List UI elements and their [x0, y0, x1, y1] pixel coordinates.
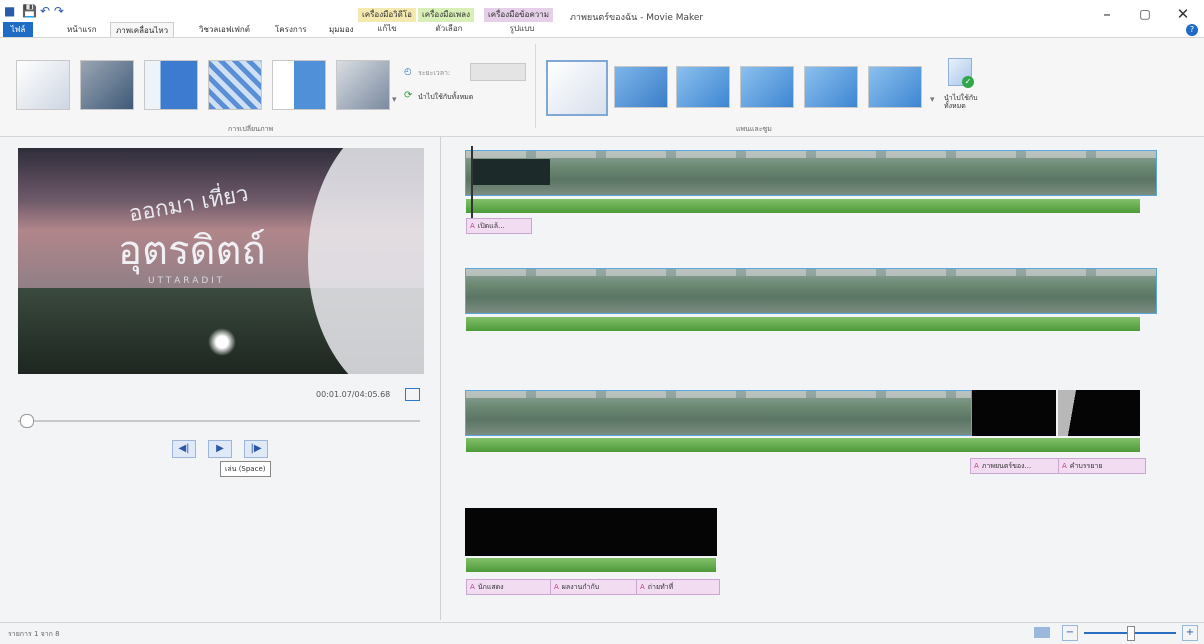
transition-gallery-more-icon[interactable]: ▾ [392, 95, 397, 105]
preview-title-line2: อุตรดิตถ์ [118, 228, 266, 274]
transition-none-thumb[interactable] [16, 60, 70, 110]
seek-knob[interactable] [19, 414, 34, 428]
fullscreen-icon[interactable] [405, 388, 420, 401]
video-tools-context-tab: เครื่องมือวิดีโอ [358, 8, 416, 22]
undo-icon[interactable]: ↶ [40, 4, 50, 18]
panzoom-up-thumb[interactable] [740, 66, 794, 108]
music-tools-context-tab: เครื่องมือเพลง [418, 8, 474, 22]
transition-crossfade-thumb[interactable] [80, 60, 134, 110]
caption-row-3-b[interactable]: A คำบรรยาย [1058, 458, 1146, 474]
transition-slide-thumb[interactable] [144, 60, 198, 110]
panzoom-auto-thumb[interactable] [614, 66, 668, 108]
filmstrip-2 [466, 269, 1156, 313]
tab-animation[interactable]: ภาพเคลื่อนไหว [110, 22, 175, 38]
preview-subtitle: U T T A R A D I T [148, 276, 223, 286]
filmstrip-3 [466, 391, 971, 435]
tab-file[interactable]: ไฟล์ [3, 22, 33, 37]
caption-icon: A [470, 222, 475, 230]
preview-white-arc [308, 148, 424, 374]
ribbon-group-separator [535, 44, 536, 128]
apply-all-transitions-button[interactable]: นำไปใช้กับทั้งหมด [418, 92, 473, 103]
status-bar [0, 622, 1204, 644]
caption-label: นักแสดง [477, 583, 504, 591]
help-icon[interactable]: ? [1186, 24, 1198, 36]
tab-visual-effects[interactable]: วิชวลเอฟเฟกต์ [194, 22, 255, 37]
caption-row-4-c[interactable]: A ถ่ายทำที่ [636, 579, 720, 595]
transition-checker-thumb[interactable] [208, 60, 262, 110]
check-icon: ✓ [962, 76, 974, 88]
caption-label: ผลงานกำกับ [561, 583, 600, 591]
item-count: รายการ 1 จาก 8 [8, 630, 60, 638]
apply-all-icon: ⟳ [404, 90, 413, 101]
duration-label: ระยะเวลา: [418, 69, 451, 77]
video-clip-row-3[interactable] [465, 390, 972, 436]
video-clip-row-1[interactable] [465, 150, 1157, 196]
credits-clip[interactable] [465, 508, 717, 556]
app-menu-icon[interactable]: ■ [4, 4, 15, 18]
tab-view[interactable]: มุมมอง [324, 22, 359, 37]
video-preview[interactable]: ออกมา เที่ยว อุตรดิตถ์ U T T A R A D I T [18, 148, 424, 374]
caption-row-1[interactable]: A เปิดแล้... [466, 218, 532, 234]
caption-icon: A [470, 583, 475, 591]
caption-label: ภาพยนตร์ของ... [981, 462, 1032, 470]
zoom-out-button[interactable]: − [1062, 625, 1078, 641]
transition-wipe-thumb[interactable] [272, 60, 326, 110]
transition-dissolve-thumb[interactable] [336, 60, 390, 110]
tab-format[interactable]: รูปแบบ [484, 22, 560, 36]
apply-all-panzoom-button[interactable]: นำไปใช้กับทั้งหมด [944, 94, 984, 110]
panzoom-gallery-more-icon[interactable]: ▾ [930, 95, 935, 105]
clock-icon: ◴ [404, 67, 412, 77]
play-button[interactable]: ▶ [208, 440, 232, 458]
transitions-group-label: การเปลี่ยนภาพ [228, 125, 274, 133]
caption-row-4-b[interactable]: A ผลงานกำกับ [550, 579, 638, 595]
previous-frame-button[interactable]: ◀| [172, 440, 196, 458]
storyboard-view-icon[interactable] [1034, 627, 1050, 638]
preview-sun [208, 328, 236, 356]
ribbon-tab-row [0, 22, 1204, 37]
tab-edit[interactable]: แก้ไข [358, 22, 416, 36]
music-track-row-1[interactable] [466, 199, 1140, 213]
music-track-row-3[interactable] [466, 438, 1140, 452]
music-track-row-2[interactable] [466, 317, 1140, 331]
tab-options[interactable]: ตัวเลือก [418, 22, 480, 36]
panzoom-group-label: แพนและซูม [736, 125, 772, 133]
caption-label: คำบรรยาย [1069, 462, 1103, 470]
caption-label: เปิดแล้... [477, 222, 505, 230]
duration-input[interactable] [470, 63, 526, 81]
caption-icon: A [974, 462, 979, 470]
text-tools-context-tab: เครื่องมือข้อความ [484, 8, 554, 22]
title-clip-thumb [472, 159, 550, 185]
caption-row-3-a[interactable]: A ภาพยนตร์ของ... [970, 458, 1062, 474]
filmstrip-1 [466, 151, 1156, 195]
caption-icon: A [554, 583, 559, 591]
tab-home[interactable]: หน้าแรก [62, 22, 102, 37]
tab-project[interactable]: โครงการ [270, 22, 311, 37]
black-clip-2[interactable] [1058, 390, 1140, 436]
redo-icon[interactable]: ↷ [54, 4, 64, 18]
caption-label: ถ่ายทำที่ [647, 583, 674, 591]
seek-bar[interactable] [18, 420, 420, 422]
panzoom-down-thumb[interactable] [868, 66, 922, 108]
pane-divider[interactable] [440, 136, 441, 620]
caption-icon: A [1062, 462, 1067, 470]
zoom-in-button[interactable]: + [1182, 625, 1198, 641]
caption-icon: A [640, 583, 645, 591]
caption-row-4-a[interactable]: A นักแสดง [466, 579, 552, 595]
panzoom-none-thumb[interactable] [546, 60, 608, 116]
zoom-slider-knob[interactable] [1127, 626, 1135, 641]
timecode: 00:01.07/04:05.68 [316, 390, 391, 399]
panzoom-left-thumb[interactable] [676, 66, 730, 108]
panzoom-right-thumb[interactable] [804, 66, 858, 108]
video-clip-row-2[interactable] [465, 268, 1157, 314]
next-frame-button[interactable]: |▶ [244, 440, 268, 458]
music-track-row-4[interactable] [466, 558, 716, 572]
play-tooltip: เล่น (Space) [220, 461, 271, 477]
save-icon[interactable]: 💾 [22, 4, 37, 18]
black-clip-1[interactable] [972, 390, 1056, 436]
